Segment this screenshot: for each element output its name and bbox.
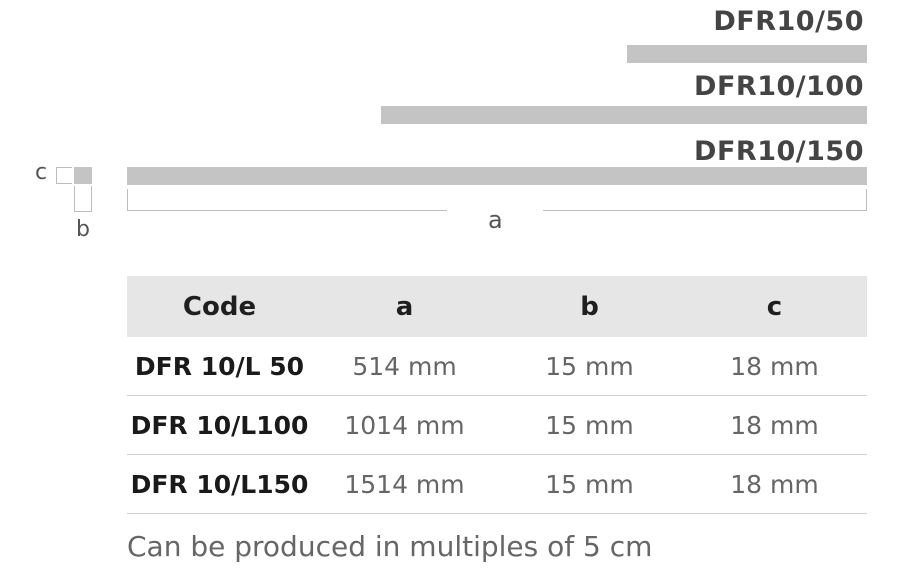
footnote: Can be produced in multiples of 5 cm bbox=[127, 530, 653, 563]
cross-section-c-box bbox=[56, 167, 72, 184]
cell-code: DFR 10/L100 bbox=[127, 395, 312, 455]
table-header-row: Code a b c bbox=[127, 276, 867, 337]
product-bar-dfr10-50 bbox=[627, 45, 867, 63]
dimension-c-label: c bbox=[35, 160, 48, 185]
spec-table: Code a b c DFR 10/L 50 514 mm 15 mm 18 m… bbox=[127, 276, 867, 514]
product-bar-dfr10-150 bbox=[127, 167, 867, 185]
dimension-a-left-tick bbox=[127, 189, 128, 211]
table-row: DFR 10/L 50 514 mm 15 mm 18 mm bbox=[127, 337, 867, 396]
header-code: Code bbox=[127, 276, 312, 337]
header-a: a bbox=[312, 276, 497, 337]
product-label-dfr10-150: DFR10/150 bbox=[694, 136, 864, 167]
product-bar-dfr10-100 bbox=[381, 106, 867, 124]
cell-code: DFR 10/L 50 bbox=[127, 337, 312, 396]
table-row: DFR 10/L100 1014 mm 15 mm 18 mm bbox=[127, 395, 867, 455]
cell-b: 15 mm bbox=[497, 337, 682, 396]
header-c: c bbox=[682, 276, 867, 337]
cell-c: 18 mm bbox=[682, 454, 867, 514]
cross-section-profile bbox=[74, 167, 92, 184]
cell-b: 15 mm bbox=[497, 454, 682, 514]
dimension-a-label: a bbox=[488, 206, 503, 234]
dimension-b-label: b bbox=[76, 217, 90, 242]
cell-a: 1014 mm bbox=[312, 395, 497, 455]
cell-b: 15 mm bbox=[497, 395, 682, 455]
header-b: b bbox=[497, 276, 682, 337]
product-label-dfr10-100: DFR10/100 bbox=[694, 71, 864, 102]
dimension-a-right-tick bbox=[866, 189, 867, 211]
cell-c: 18 mm bbox=[682, 337, 867, 396]
cell-code: DFR 10/L150 bbox=[127, 454, 312, 514]
table-row: DFR 10/L150 1514 mm 15 mm 18 mm bbox=[127, 454, 867, 514]
cell-c: 18 mm bbox=[682, 395, 867, 455]
dimension-a-line-right bbox=[543, 210, 867, 211]
dimension-a-line-left bbox=[127, 210, 447, 211]
product-label-dfr10-50: DFR10/50 bbox=[713, 6, 864, 37]
cell-a: 1514 mm bbox=[312, 454, 497, 514]
cross-section-b-box bbox=[74, 186, 92, 212]
cell-a: 514 mm bbox=[312, 337, 497, 396]
